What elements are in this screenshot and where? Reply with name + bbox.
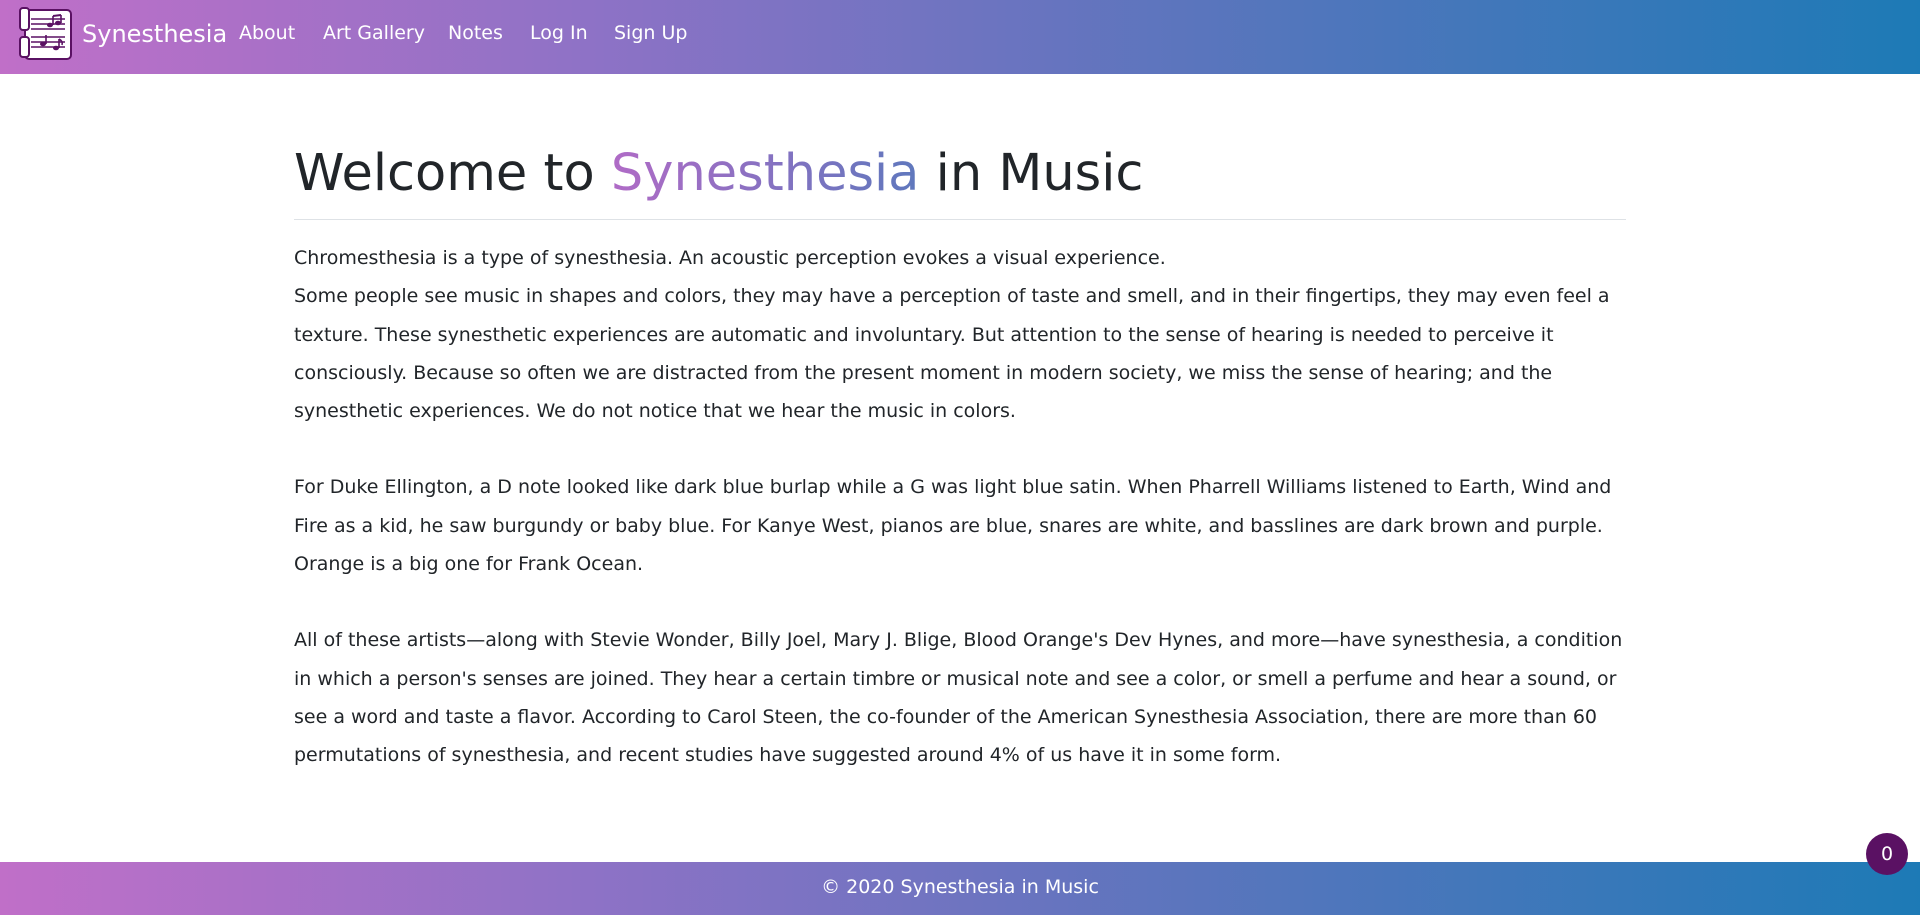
intro-paragraph: Chromesthesia is a type of synesthesia. … <box>294 239 1626 430</box>
footer-copyright: © 2020 Synesthesia in Music <box>821 876 1099 898</box>
title-suffix: in Music <box>919 144 1144 203</box>
synesthesia-paragraph: All of these artists—along with Stevie W… <box>294 629 1623 767</box>
counter-badge[interactable]: 0 <box>1866 833 1908 875</box>
footer: © 2020 Synesthesia in Music <box>0 862 1920 915</box>
nav-sign-up[interactable]: Sign Up <box>614 22 687 44</box>
title-prefix: Welcome to <box>294 144 611 203</box>
nav-log-in[interactable]: Log In <box>530 22 588 44</box>
main-content: Welcome to Synesthesia in Music Chromest… <box>294 140 1626 775</box>
music-notes-scroll-icon[interactable] <box>19 7 73 61</box>
intro-line-1: Chromesthesia is a type of synesthesia. … <box>294 247 1166 269</box>
brand-link[interactable]: Synesthesia <box>82 20 227 48</box>
nav-art-gallery[interactable]: Art Gallery <box>323 22 425 44</box>
nav-about[interactable]: About <box>239 22 295 44</box>
page-title: Welcome to Synesthesia in Music <box>294 140 1626 208</box>
title-highlight: Synesthesia <box>610 144 920 203</box>
navbar: Synesthesia About Art Gallery Notes Log … <box>0 0 1920 74</box>
nav-notes[interactable]: Notes <box>448 22 503 44</box>
intro-line-2: Some people see music in shapes and colo… <box>294 285 1610 423</box>
title-divider <box>294 219 1626 220</box>
artists-paragraph: For Duke Ellington, a D note looked like… <box>294 476 1612 576</box>
